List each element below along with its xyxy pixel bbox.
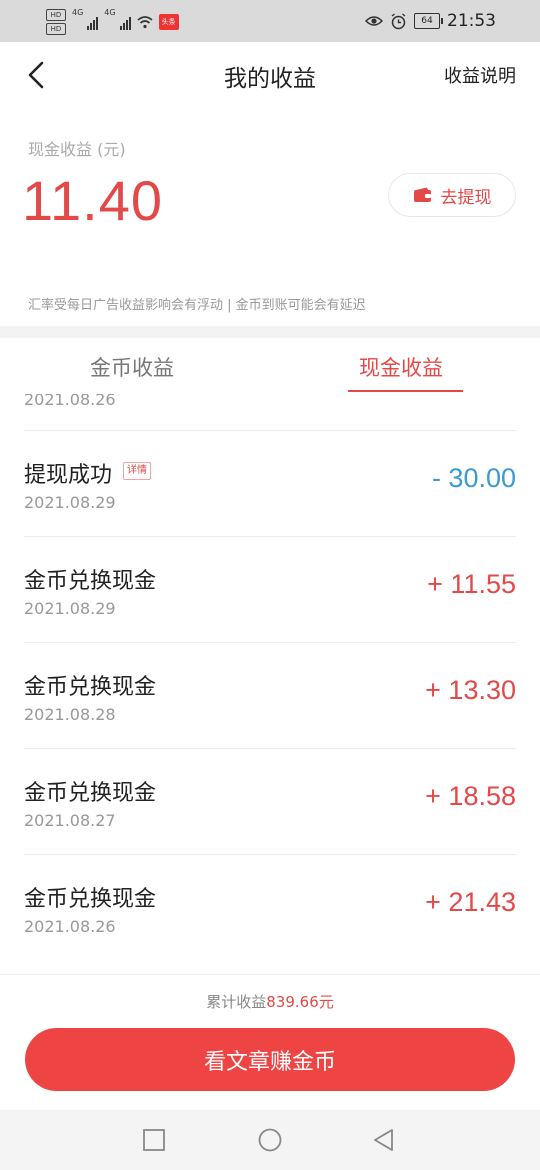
withdraw-button[interactable]: 去提现 xyxy=(388,173,516,217)
tab-cash-earnings[interactable]: 现金收益 xyxy=(359,352,443,382)
section-divider xyxy=(0,326,540,338)
record-date: 2021.08.29 xyxy=(24,599,116,618)
signal-icon xyxy=(119,14,131,30)
list-item[interactable]: 金币兑换现金 2021.08.26 + 21.43 xyxy=(0,855,540,961)
hd-icon: HD xyxy=(46,9,66,21)
record-date: 2021.08.28 xyxy=(24,705,116,724)
total-earnings-label: 累计收益 xyxy=(206,993,267,1011)
nav-square-icon[interactable] xyxy=(142,1128,166,1152)
earnings-tabs: 金币收益 现金收益 xyxy=(0,338,540,395)
record-title: 金币兑换现金 xyxy=(24,569,157,594)
system-nav-bar xyxy=(0,1110,540,1170)
signal-icon xyxy=(87,14,99,30)
record-title: 金币兑换现金 xyxy=(24,781,157,806)
record-title: 提现成功 xyxy=(24,463,113,488)
total-earnings-value: 839.66元 xyxy=(266,993,334,1011)
status-right: 64 21:53 xyxy=(365,0,496,42)
hd-indicators: HD HD xyxy=(46,9,66,35)
exchange-rate-note: 汇率受每日广告收益影响会有浮动 | 金币到账可能会有延迟 xyxy=(28,298,366,313)
record-title: 金币兑换现金 xyxy=(24,675,157,700)
network-type: 4G xyxy=(72,8,84,17)
alarm-icon xyxy=(391,12,406,29)
app-header: 我的收益 收益说明 xyxy=(0,42,540,106)
record-amount: + 18.58 xyxy=(425,781,516,811)
status-bar: HD HD 4G 4G 头条 64 21:53 xyxy=(0,0,540,42)
nav-circle-icon[interactable] xyxy=(258,1128,282,1152)
record-title: 金币兑换现金 xyxy=(24,887,157,912)
read-articles-earn-coins-button[interactable]: 看文章赚金币 xyxy=(25,1028,515,1091)
details-tag[interactable]: 详情 xyxy=(123,462,151,480)
eye-icon xyxy=(365,16,383,26)
status-left: HD HD 4G 4G 头条 xyxy=(46,8,179,36)
wallet-icon xyxy=(413,187,431,202)
wifi-icon xyxy=(137,16,153,29)
news-app-badge: 头条 xyxy=(158,14,179,30)
list-item[interactable]: 金币兑换现金 2021.08.29 + 11.55 xyxy=(0,537,540,643)
withdraw-label: 去提现 xyxy=(440,187,492,208)
record-amount: + 11.55 xyxy=(427,569,516,599)
list-item[interactable]: 金币兑换现金 2021.08.27 + 18.58 xyxy=(0,749,540,855)
earnings-record-list[interactable]: 2021.08.26 提现成功 详情 2021.08.29 - 30.00 金币… xyxy=(0,394,540,974)
record-date: 2021.08.29 xyxy=(24,493,116,512)
clock: 21:53 xyxy=(447,11,496,31)
list-item[interactable]: 金币兑换现金 2021.08.28 + 13.30 xyxy=(0,643,540,749)
record-date: 2021.08.27 xyxy=(24,811,116,830)
record-amount: + 13.30 xyxy=(425,675,516,705)
list-item[interactable]: 提现成功 详情 2021.08.29 - 30.00 xyxy=(0,431,540,537)
list-item-date: 2021.08.26 xyxy=(24,394,116,409)
record-amount: + 21.43 xyxy=(425,887,516,917)
record-amount: - 30.00 xyxy=(431,463,516,493)
hd-icon: HD xyxy=(46,23,66,35)
tab-coin-earnings[interactable]: 金币收益 xyxy=(90,352,174,382)
active-tab-indicator xyxy=(348,390,463,392)
record-date: 2021.08.26 xyxy=(24,917,116,936)
total-earnings: 累计收益839.66元 xyxy=(0,991,540,1012)
cash-summary-card: 现金收益 (元) 11.40 去提现 汇率受每日广告收益影响会有浮动 | 金币到… xyxy=(0,106,540,326)
network-type: 4G xyxy=(104,8,116,17)
cash-earnings-label: 现金收益 (元) xyxy=(28,140,126,159)
earnings-footer: 累计收益839.66元 看文章赚金币 xyxy=(0,974,540,1111)
earnings-help-link[interactable]: 收益说明 xyxy=(444,62,516,88)
battery-icon: 64 xyxy=(414,13,443,29)
nav-back-triangle-icon[interactable] xyxy=(372,1128,396,1152)
cash-earnings-value: 11.40 xyxy=(22,169,163,232)
